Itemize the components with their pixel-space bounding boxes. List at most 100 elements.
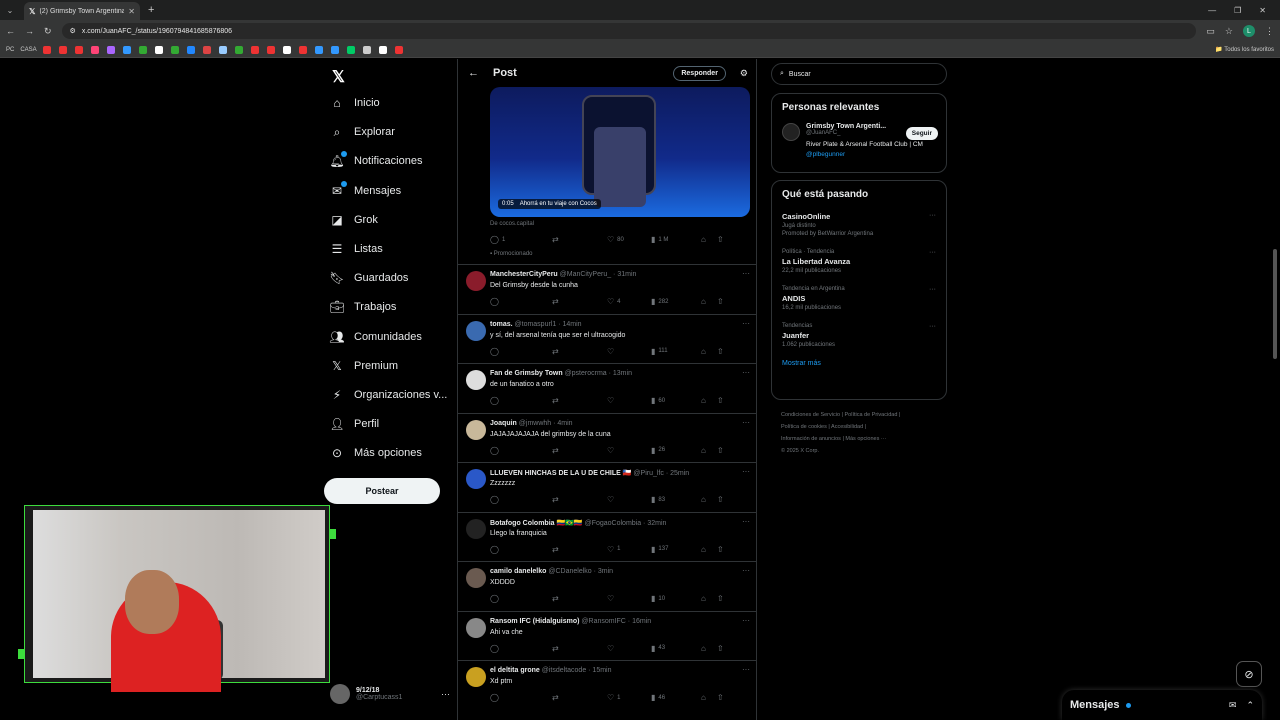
repost-action[interactable]: ⇄ [552, 347, 607, 356]
grok-icon[interactable]: ⊘ [1236, 661, 1262, 687]
repost-action[interactable]: ⇄ [552, 594, 607, 603]
close-window-icon[interactable]: ✕ [1259, 6, 1266, 15]
share-action[interactable]: ⇧ [717, 594, 724, 603]
like-action[interactable]: ♡ 1 [607, 545, 651, 554]
new-message-icon[interactable]: ✉ [1229, 700, 1237, 711]
reply-author-name[interactable]: Ransom IFC (Hidalguismo) [490, 618, 579, 625]
bookmark-casa[interactable]: CASA [20, 47, 36, 53]
bookmark-icon[interactable] [186, 45, 195, 54]
bookmark-icon[interactable] [42, 45, 51, 54]
more-icon[interactable]: ··· [742, 665, 750, 674]
reply-item[interactable]: Fan de Grimsby Town @psterocrma · 13min ·… [458, 363, 756, 413]
bookmark-icon[interactable] [218, 45, 227, 54]
like-action[interactable]: ♡ [607, 644, 651, 653]
avatar[interactable] [466, 617, 486, 638]
reply-author-name[interactable]: Botafogo Colombia 🇨🇴🇧🇷🇨🇴 [490, 520, 583, 527]
reload-icon[interactable]: ↻ [44, 26, 52, 37]
star-icon[interactable]: ☆ [1225, 26, 1233, 37]
repost-action[interactable]: ⇄ [552, 495, 607, 504]
views-action[interactable]: ▮ 60 [651, 396, 701, 405]
bookmark-action[interactable]: ⌂ [701, 644, 717, 653]
reply-item[interactable]: el deltita grone @itsdeltacode · 15min ··… [458, 660, 756, 710]
reply-action[interactable]: ◯ [490, 347, 552, 356]
reply-author-name[interactable]: tomas. [490, 321, 513, 328]
repost-action[interactable]: ⇄ [552, 235, 607, 244]
ad-source[interactable]: De cocos.capital [490, 221, 534, 227]
new-tab-icon[interactable]: + [148, 4, 154, 16]
reply-author-name[interactable]: LLUEVEN HINCHAS DE LA U DE CHILE 🇨🇱 [490, 470, 631, 477]
profile-avatar[interactable]: L [1243, 25, 1255, 37]
more-icon[interactable]: ··· [929, 212, 936, 219]
reply-action[interactable]: ◯ [490, 446, 552, 455]
reply-action[interactable]: ◯ [490, 495, 552, 504]
trend-item[interactable]: Tendencia en Argentina ANDIS 16,2 mil publ… [782, 286, 936, 311]
site-info-icon[interactable]: ⚙ [70, 27, 76, 35]
avatar[interactable] [466, 320, 486, 341]
trend-item[interactable]: CasinoOnline Jugá distinto Promoted by Bet… [782, 212, 936, 237]
share-action[interactable]: ⇧ [717, 235, 724, 244]
footer-line[interactable]: Información de anuncios | Más opciones ·… [781, 433, 941, 445]
avatar[interactable] [466, 370, 486, 390]
bookmark-action[interactable]: ⌂ [701, 297, 717, 306]
more-icon[interactable]: ··· [929, 249, 936, 256]
page-scrollbar[interactable] [1272, 59, 1278, 720]
more-icon[interactable]: ··· [742, 616, 750, 625]
repost-action[interactable]: ⇄ [552, 446, 607, 455]
bookmark-icon[interactable] [266, 45, 275, 54]
avatar[interactable] [466, 419, 486, 440]
forward-icon[interactable]: → [25, 26, 34, 36]
address-bar[interactable]: ⚙ x.com/JuanAFC_/status/1960794841685876… [61, 23, 1197, 39]
like-action[interactable]: ♡ [607, 594, 651, 603]
more-icon[interactable]: ··· [742, 517, 750, 526]
ad-video[interactable]: 0:05 Ahorrá en tu viaje con Cocos [490, 87, 750, 217]
bookmark-icon[interactable] [58, 45, 67, 54]
bio-link[interactable]: @plbegunner [806, 151, 845, 158]
bookmark-pc[interactable]: PC [6, 47, 14, 53]
bookmark-icon[interactable] [346, 45, 355, 54]
bookmark-icon[interactable] [138, 45, 147, 54]
filter-icon[interactable]: ⚙ [740, 68, 748, 79]
nav-item-perfil[interactable]: 👤︎ Perfil [329, 417, 460, 431]
nav-item-inicio[interactable]: ⌂ Inicio [330, 96, 460, 110]
show-more-link[interactable]: Mostrar más [782, 360, 936, 367]
avatar[interactable] [466, 469, 486, 489]
reply-item[interactable]: LLUEVEN HINCHAS DE LA U DE CHILE 🇨🇱 @Pir… [458, 462, 756, 512]
views-action[interactable]: ▮ 26 [651, 446, 701, 455]
views-action[interactable]: ▮ 137 [651, 545, 701, 554]
reply-action[interactable]: ◯ [490, 396, 552, 405]
bookmark-action[interactable]: ⌂ [701, 594, 717, 603]
reply-item[interactable]: camilo danelelko @CDanelelko · 3min ··· XD… [458, 561, 756, 611]
share-action[interactable]: ⇧ [717, 396, 724, 405]
more-icon[interactable]: ··· [929, 323, 936, 330]
bookmark-icon[interactable] [202, 45, 211, 54]
bookmark-icon[interactable] [170, 45, 179, 54]
bookmark-action[interactable]: ⌂ [701, 396, 717, 405]
nav-item-organizaciones-v[interactable]: ⚡︎ Organizaciones v... [330, 388, 460, 402]
reply-item[interactable]: ManchesterCityPeru @ManCityPeru_ · 31min… [458, 264, 756, 314]
repost-action[interactable]: ⇄ [552, 545, 607, 554]
nav-item-explorar[interactable]: ⌕ Explorar [330, 125, 460, 139]
reply-author-name[interactable]: Fan de Grimsby Town [490, 370, 563, 377]
bookmark-icon[interactable] [74, 45, 83, 54]
reply-item[interactable]: Botafogo Colombia 🇨🇴🇧🇷🇨🇴 @FogaoColombia … [458, 511, 756, 562]
post-button[interactable]: Postear [324, 478, 440, 504]
reply-action[interactable]: ◯ [490, 693, 552, 702]
more-icon[interactable]: ··· [742, 467, 750, 476]
share-action[interactable]: ⇧ [717, 693, 724, 702]
views-action[interactable]: ▮ 1 M [651, 235, 701, 244]
more-icon[interactable]: ··· [742, 418, 750, 427]
views-action[interactable]: ▮ 83 [651, 495, 701, 504]
reply-item[interactable]: Joaquin @jmwwhh · 4min ··· JAJAJAJAJAJA de… [458, 412, 756, 463]
all-bookmarks[interactable]: 📁 Todos los favoritos [1215, 46, 1274, 53]
bookmark-icon[interactable] [154, 45, 163, 54]
reply-item[interactable]: Ransom IFC (Hidalguismo) @RansomIFC · 16… [458, 610, 756, 661]
reply-author-name[interactable]: camilo danelelko [490, 568, 546, 575]
views-action[interactable]: ▮ 10 [651, 594, 701, 603]
bookmark-icon[interactable] [90, 45, 99, 54]
nav-item-mensajes[interactable]: ✉ Mensajes [330, 180, 460, 198]
nav-item-m-s-opciones[interactable]: ⊙ Más opciones [330, 446, 460, 460]
views-action[interactable]: ▮ 46 [651, 693, 701, 702]
views-action[interactable]: ▮ 111 [651, 347, 701, 356]
share-action[interactable]: ⇧ [717, 347, 724, 356]
like-action[interactable]: ♡ [607, 396, 651, 405]
